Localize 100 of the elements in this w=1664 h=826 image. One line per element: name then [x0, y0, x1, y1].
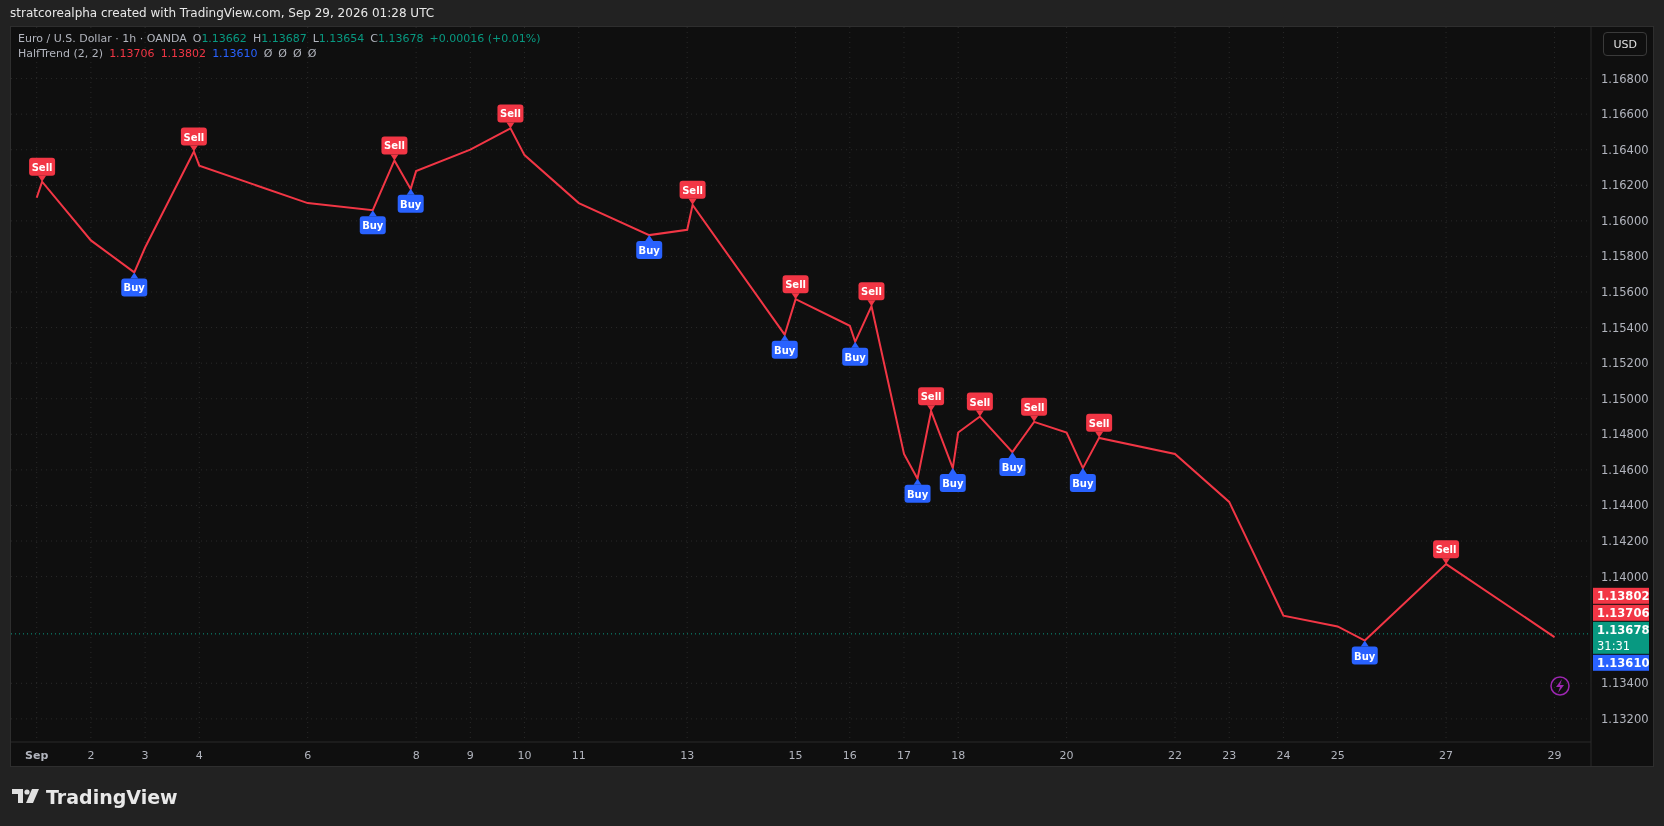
currency-button[interactable]: USD	[1603, 32, 1647, 56]
indicator-value: 1.13802	[160, 47, 207, 60]
annotation: Sell	[682, 184, 704, 196]
sell-signal-label: Sell	[1086, 413, 1113, 438]
annotation: Sell	[1435, 544, 1457, 556]
annotation: Buy	[362, 220, 384, 232]
date-axis-label: 22	[1168, 749, 1183, 762]
buy-signal-label: Buy	[1351, 640, 1378, 665]
buy-signal-label: Buy	[636, 235, 663, 260]
date-axis-label: 29	[1547, 749, 1562, 762]
price-axis-label: 1.14200	[1601, 534, 1649, 548]
price-axis-label: 1.16600	[1601, 107, 1649, 122]
buy-signal-label: Buy	[904, 478, 931, 503]
price-change: +0.00016 (+0.01%)	[429, 32, 541, 45]
date-axis-label: 20	[1059, 749, 1074, 762]
sell-signal-label: Sell	[29, 157, 56, 182]
date-axis-label: 3	[141, 749, 149, 762]
sell-signal-label: Sell	[679, 180, 706, 205]
buy-signal-label: Buy	[999, 452, 1026, 477]
date-axis-label: 23	[1222, 749, 1237, 762]
annotation: Sell	[500, 108, 521, 120]
buy-signal-label: Buy	[359, 210, 386, 235]
date-axis-label: 4	[195, 749, 203, 762]
price-badge: 1.13706	[1593, 604, 1650, 621]
date-axis-label: 27	[1439, 749, 1454, 762]
date-axis-label: 17	[897, 749, 911, 762]
indicator-value: Ø	[292, 47, 302, 60]
annotation: Buy	[123, 282, 146, 294]
annotation: Buy	[774, 344, 796, 356]
price-axis-label: 1.14000	[1601, 569, 1649, 584]
annotation: Buy	[400, 198, 422, 210]
price-axis-label: 1.14400	[1601, 498, 1649, 513]
annotation: Sell	[1023, 401, 1045, 413]
date-axis-label: 15	[788, 749, 803, 762]
indicator-value: 1.13610	[212, 47, 258, 60]
annotation: Buy	[906, 488, 929, 500]
price-axis-label: 1.16400	[1601, 142, 1649, 157]
buy-signal-label: Buy	[939, 468, 966, 493]
annotation: Buy	[1001, 462, 1024, 474]
sell-signal-label: Sell	[180, 127, 207, 152]
brand-name: TradingView	[46, 785, 178, 808]
sell-signal-label: Sell	[1021, 397, 1048, 422]
annotation: Sell	[920, 391, 942, 403]
ohlc-value: O1.13662	[192, 32, 247, 45]
ohlc-value: C1.13678	[370, 32, 424, 45]
price-axis-label: 1.16800	[1601, 71, 1649, 86]
annotation: Sell	[969, 396, 991, 408]
annotation: Sell	[1088, 417, 1110, 429]
date-axis-label: 18	[951, 749, 966, 762]
buy-signal-label: Buy	[397, 188, 424, 213]
annotation: Sell	[384, 140, 405, 152]
indicator-value: 1.13706	[109, 47, 155, 60]
ref-line-label: 1.13678	[1597, 622, 1650, 637]
buy-signal-label: Buy	[1069, 468, 1096, 493]
sell-signal-label: Sell	[918, 387, 945, 412]
date-axis-label: 25	[1330, 749, 1345, 762]
price-axis-label: 1.16200	[1601, 178, 1649, 193]
price-axis-label: 1.14600	[1601, 462, 1649, 477]
symbol-name: Euro / U.S. Dollar · 1h · OANDA	[18, 32, 187, 45]
indicator-name: HalfTrend (2, 2)	[18, 47, 104, 60]
annotation: Sell	[785, 279, 806, 291]
date-axis-label: 2	[87, 749, 95, 762]
price-axis-label: 1.15400	[1601, 320, 1649, 335]
price-axis-label: 1.13400	[1601, 676, 1649, 691]
date-axis-label: 24	[1276, 749, 1291, 762]
price-badge: 1.13802	[1593, 587, 1650, 604]
annotation: Buy	[1354, 650, 1376, 662]
date-axis-label: 16	[842, 749, 857, 762]
annotation: Sell	[31, 161, 53, 173]
annotation: Buy	[942, 478, 964, 490]
sell-signal-label: Sell	[381, 136, 408, 161]
annotation: Sell	[861, 286, 882, 298]
date-axis-label: 8	[412, 749, 420, 762]
indicator-value: Ø	[307, 47, 317, 60]
lightning-icon	[1550, 676, 1570, 696]
buy-signal-label: Buy	[771, 334, 798, 359]
annotation: Buy	[1072, 478, 1094, 490]
indicator-value: Ø	[263, 47, 273, 60]
price-axis-label: 1.14800	[1601, 427, 1649, 442]
annotation: Buy	[638, 245, 661, 257]
sell-signal-label: Sell	[966, 392, 993, 417]
indicator-value: Ø	[278, 47, 287, 60]
date-axis-label: 10	[517, 749, 532, 762]
date-axis-label: 9	[466, 749, 474, 762]
price-axis-label: 1.13200	[1601, 711, 1649, 726]
price-axis-label: 1.15000	[1601, 391, 1649, 406]
ohlc-value: H1.13687	[252, 32, 307, 45]
date-axis-label: Sep	[25, 749, 49, 762]
price-axis-label: 1.15200	[1601, 356, 1649, 371]
price-axis-label: 1.15800	[1601, 249, 1649, 264]
buy-signal-label: Buy	[121, 272, 148, 297]
sell-signal-label: Sell	[1433, 540, 1460, 565]
ohlc-value: L1.13654	[312, 32, 365, 45]
sell-signal-label: Sell	[497, 104, 524, 129]
sell-signal-label: Sell	[858, 282, 885, 307]
date-axis-label: 6	[304, 749, 312, 762]
price-badge: 1.13678 31:31	[1593, 621, 1650, 654]
date-axis-label: 11	[571, 749, 586, 762]
price-badge: 1.13610	[1593, 654, 1650, 671]
date-axis-label: 13	[680, 749, 695, 762]
